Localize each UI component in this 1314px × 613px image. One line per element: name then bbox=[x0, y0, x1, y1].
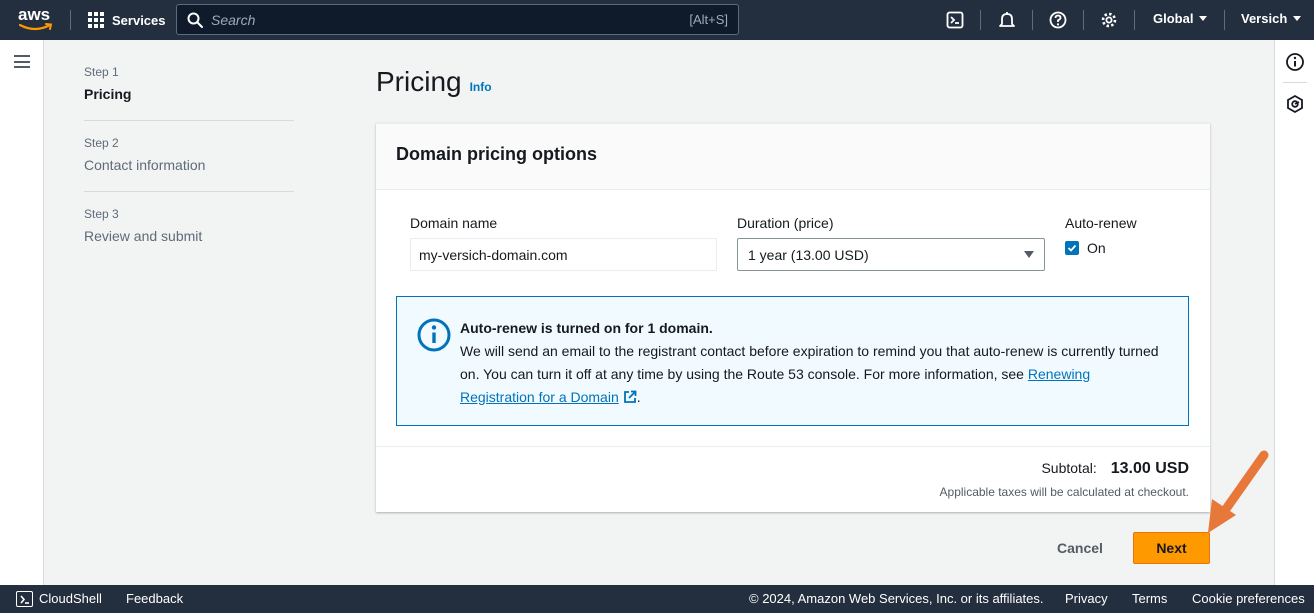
bell-icon[interactable] bbox=[996, 9, 1018, 31]
subtotal-value: 13.00 USD bbox=[1110, 460, 1189, 477]
help-icon[interactable] bbox=[1047, 9, 1069, 31]
info-circle-icon bbox=[417, 318, 451, 352]
aws-smile-icon bbox=[19, 23, 53, 31]
step-name: Contact information bbox=[84, 157, 206, 173]
nav-separator bbox=[1224, 10, 1225, 30]
privacy-link[interactable]: Privacy bbox=[1065, 592, 1108, 606]
cancel-button[interactable]: Cancel bbox=[1045, 532, 1115, 564]
caret-down-icon bbox=[1024, 251, 1034, 258]
page-title: Pricing bbox=[376, 66, 462, 97]
info-icon[interactable] bbox=[1285, 52, 1305, 72]
step-review-and-submit[interactable]: Step 3 Review and submit bbox=[84, 206, 294, 262]
copyright-text: © 2024, Amazon Web Services, Inc. or its… bbox=[749, 591, 1044, 606]
auto-renew-info-alert: Auto-renew is turned on for 1 domain. We… bbox=[396, 296, 1189, 426]
duration-value: 1 year (13.00 USD) bbox=[748, 246, 869, 263]
search-placeholder: Search bbox=[211, 11, 256, 28]
domain-name-value: my-versich-domain.com bbox=[419, 246, 568, 263]
cloudshell-icon[interactable] bbox=[944, 9, 966, 31]
nav-separator bbox=[1032, 10, 1033, 30]
nav-separator bbox=[980, 10, 981, 30]
nav-separator bbox=[1083, 10, 1084, 30]
grid-icon bbox=[88, 12, 104, 28]
domain-name-label: Domain name bbox=[410, 215, 498, 231]
caret-down-icon bbox=[1293, 16, 1302, 21]
search-icon bbox=[187, 12, 203, 28]
top-navigation: aws Services Search [Alt+S] Global Versi… bbox=[0, 0, 1314, 40]
search-input[interactable]: Search [Alt+S] bbox=[176, 4, 739, 35]
container-header: Domain pricing options bbox=[376, 124, 1210, 190]
search-shortcut: [Alt+S] bbox=[689, 12, 728, 27]
left-rail bbox=[0, 40, 44, 585]
resources-icon[interactable] bbox=[1285, 94, 1305, 114]
alert-body: We will send an email to the registrant … bbox=[460, 340, 1168, 409]
page-header: Pricing Info bbox=[376, 66, 492, 98]
region-selector[interactable]: Global bbox=[1153, 11, 1208, 26]
caret-down-icon bbox=[1199, 16, 1208, 21]
step-number: Step 3 bbox=[84, 207, 119, 221]
account-label: Versich bbox=[1241, 11, 1288, 26]
gear-icon[interactable] bbox=[1098, 9, 1120, 31]
nav-separator bbox=[70, 10, 71, 30]
alert-title: Auto-renew is turned on for 1 domain. bbox=[460, 320, 713, 336]
feedback-link[interactable]: Feedback bbox=[126, 592, 183, 606]
alert-body-end: . bbox=[636, 389, 641, 405]
rail-divider bbox=[1283, 82, 1307, 83]
terminal-icon bbox=[16, 591, 33, 607]
external-link-icon bbox=[623, 390, 637, 403]
subtotal: Subtotal: 13.00 USD bbox=[1041, 460, 1189, 478]
auto-renew-toggle[interactable]: On bbox=[1065, 240, 1106, 256]
annotation-arrow-icon bbox=[1208, 450, 1269, 533]
step-name: Review and submit bbox=[84, 228, 203, 244]
container-footer: Subtotal: 13.00 USD Applicable taxes wil… bbox=[376, 446, 1210, 513]
duration-select[interactable]: 1 year (13.00 USD) bbox=[737, 238, 1045, 271]
step-pricing[interactable]: Step 1 Pricing bbox=[84, 64, 294, 121]
duration-label: Duration (price) bbox=[737, 215, 834, 231]
tax-note: Applicable taxes will be calculated at c… bbox=[939, 485, 1189, 499]
terms-link[interactable]: Terms bbox=[1132, 592, 1167, 606]
cloudshell-label: CloudShell bbox=[39, 591, 102, 606]
domain-pricing-container: Domain pricing options Domain name my-ve… bbox=[376, 123, 1210, 512]
aws-logo-text: aws bbox=[18, 5, 51, 24]
cookie-preferences-link[interactable]: Cookie preferences bbox=[1192, 592, 1305, 606]
auto-renew-value: On bbox=[1087, 240, 1106, 256]
info-link[interactable]: Info bbox=[470, 80, 492, 94]
step-number: Step 2 bbox=[84, 136, 119, 150]
step-number: Step 1 bbox=[84, 65, 119, 79]
aws-logo[interactable]: aws bbox=[18, 6, 54, 34]
step-contact-information[interactable]: Step 2 Contact information bbox=[84, 135, 294, 192]
cloudshell-button[interactable]: CloudShell bbox=[16, 591, 102, 607]
step-name: Pricing bbox=[84, 86, 132, 102]
menu-icon[interactable] bbox=[14, 55, 30, 68]
nav-separator bbox=[1134, 10, 1135, 30]
right-rail bbox=[1274, 40, 1314, 585]
subtotal-label: Subtotal: bbox=[1041, 460, 1097, 476]
wizard-steps: Step 1 Pricing Step 2 Contact informatio… bbox=[84, 64, 294, 276]
container-title: Domain pricing options bbox=[396, 144, 597, 164]
console-footer: CloudShell Feedback © 2024, Amazon Web S… bbox=[0, 585, 1314, 613]
account-menu[interactable]: Versich bbox=[1241, 11, 1302, 26]
checkbox-checked-icon[interactable] bbox=[1065, 241, 1079, 255]
domain-name-field: my-versich-domain.com bbox=[410, 238, 717, 271]
services-menu[interactable]: Services bbox=[88, 10, 166, 30]
auto-renew-label: Auto-renew bbox=[1065, 215, 1137, 231]
services-label: Services bbox=[112, 12, 166, 28]
region-label: Global bbox=[1153, 11, 1194, 26]
